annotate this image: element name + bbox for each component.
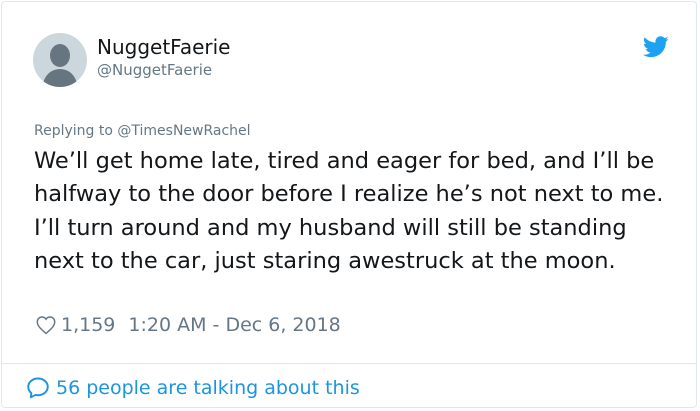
speech-bubble-icon — [27, 377, 49, 399]
avatar-head-shape — [50, 44, 70, 67]
twitter-bird-icon[interactable] — [643, 36, 669, 58]
footer-divider — [2, 363, 696, 364]
like-button[interactable]: 1,159 — [35, 314, 115, 336]
replying-to-line: Replying to @TimesNewRachel — [34, 122, 251, 140]
tweet-timestamp[interactable]: 1:20 AM - Dec 6, 2018 — [128, 314, 340, 336]
tweet-card: NuggetFaerie @NuggetFaerie Replying to @… — [1, 1, 697, 408]
conversation-label: 56 people are talking about this — [56, 377, 360, 399]
replying-to-label: Replying to — [34, 123, 113, 139]
avatar[interactable] — [33, 33, 87, 87]
tweet-text: We’ll get home late, tired and eager for… — [34, 148, 664, 274]
avatar-shoulders-shape — [43, 69, 77, 87]
replying-to-mention[interactable]: @TimesNewRachel — [117, 123, 250, 139]
heart-icon — [36, 316, 56, 335]
like-count: 1,159 — [61, 314, 116, 336]
author-display-name[interactable]: NuggetFaerie — [97, 35, 231, 59]
author-handle[interactable]: @NuggetFaerie — [97, 61, 212, 79]
tweet-meta: 1,159 1:20 AM - Dec 6, 2018 — [35, 312, 341, 338]
conversation-link[interactable]: 56 people are talking about this — [25, 374, 360, 402]
